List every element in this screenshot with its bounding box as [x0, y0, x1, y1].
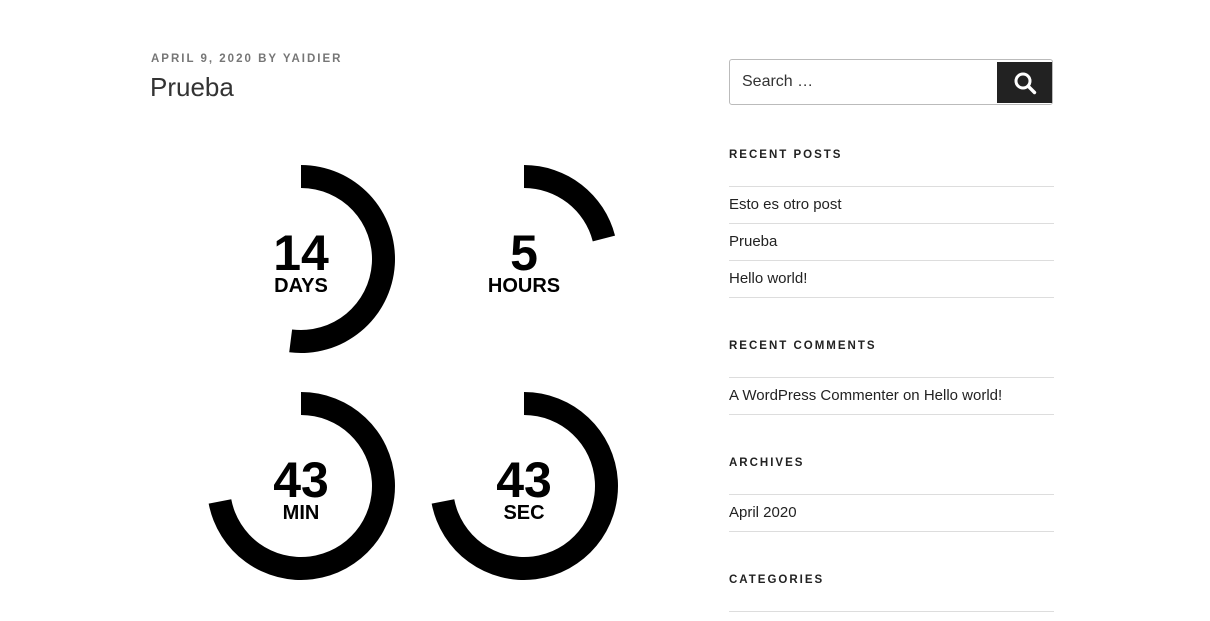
recent-comments-title: RECENT COMMENTS [729, 340, 877, 352]
sec-value: 43 [496, 452, 552, 508]
recent-posts-title: RECENT POSTS [729, 149, 843, 161]
countdown-min: 43 MIN [208, 392, 395, 581]
archives-list: April 2020 [729, 494, 1054, 532]
countdown-sec: 43 SEC [431, 392, 619, 581]
recent-comments-list: A WordPress Commenter on Hello world! [729, 377, 1054, 415]
recent-posts-list: Esto es otro post Prueba Hello world! [729, 186, 1054, 298]
divider [729, 611, 1054, 612]
archive-link[interactable]: April 2020 [729, 504, 797, 521]
search-icon [1014, 72, 1036, 94]
list-item: Hello world! [729, 260, 1054, 298]
days-label: DAYS [274, 275, 328, 297]
countdown-days: 14 DAYS [273, 165, 395, 353]
days-value: 14 [273, 225, 329, 281]
comment-author-link[interactable]: A WordPress Commenter [729, 387, 899, 404]
search-button[interactable] [997, 62, 1052, 103]
countdown-timer: 14 DAYS 5 HOURS 43 MIN 43 SEC [208, 165, 619, 581]
list-item: Esto es otro post [729, 186, 1054, 223]
recent-post-link[interactable]: Esto es otro post [729, 196, 842, 213]
list-item: Prueba [729, 223, 1054, 260]
min-label: MIN [283, 502, 320, 524]
archives-title: ARCHIVES [729, 457, 805, 469]
search-input[interactable] [730, 60, 995, 104]
countdown-hours: 5 HOURS [488, 165, 616, 297]
list-item: A WordPress Commenter on Hello world! [729, 377, 1054, 415]
recent-post-link[interactable]: Prueba [729, 233, 777, 250]
categories-title: CATEGORIES [729, 574, 825, 586]
list-item: April 2020 [729, 494, 1054, 532]
hours-value: 5 [510, 225, 538, 281]
sec-label: SEC [503, 502, 544, 524]
hours-label: HOURS [488, 275, 560, 297]
min-value: 43 [273, 452, 329, 508]
search-form [729, 59, 1053, 105]
comment-on-label: on [902, 387, 920, 404]
comment-post-link[interactable]: Hello world! [924, 387, 1002, 404]
recent-post-link[interactable]: Hello world! [729, 270, 807, 287]
